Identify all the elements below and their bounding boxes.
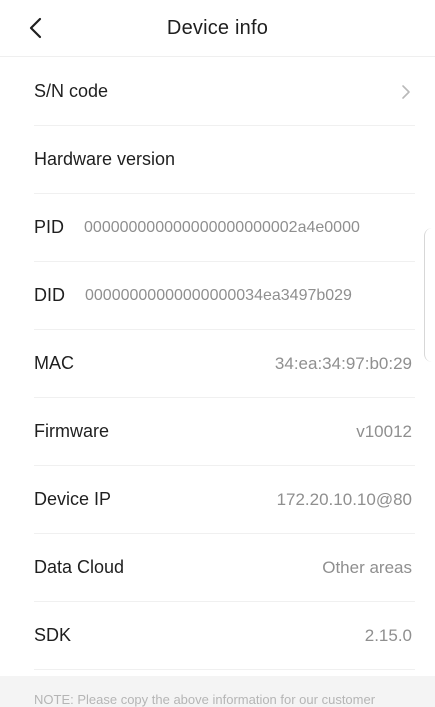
device-ip-row: Device IP 172.20.10.10@80	[34, 466, 415, 534]
scroll-indicator[interactable]	[424, 228, 435, 362]
mac-row: MAC 34:ea:34:97:b0:29	[34, 330, 415, 398]
firmware-label: Firmware	[34, 421, 109, 441]
device-ip-value: 172.20.10.10@80	[276, 489, 412, 509]
data-cloud-value: Other areas	[322, 557, 412, 577]
sn-code-row[interactable]: S/N code	[34, 58, 415, 126]
page-title: Device info	[166, 16, 269, 39]
did-value: 00000000000000000034ea3497b029	[85, 286, 352, 304]
note-text: NOTE: Please copy the above information …	[34, 692, 376, 707]
hardware-version-label: Hardware version	[34, 149, 176, 169]
firmware-row: Firmware v10012	[34, 398, 415, 466]
pid-value: 000000000000000000000002a4e0000	[84, 218, 360, 236]
data-cloud-row: Data Cloud Other areas	[34, 534, 415, 602]
back-button[interactable]	[22, 14, 50, 42]
pid-row: PID 000000000000000000000002a4e0000	[34, 194, 415, 262]
chevron-right-icon	[401, 84, 411, 100]
chevron-left-icon	[29, 17, 42, 39]
device-info-list: S/N code Hardware version PID 0000000000…	[0, 58, 435, 670]
sdk-label: SDK	[34, 625, 72, 645]
sdk-value: 2.15.0	[364, 625, 412, 645]
did-row: DID 00000000000000000034ea3497b029	[34, 262, 415, 330]
sdk-row: SDK 2.15.0	[34, 602, 415, 670]
mac-value: 34:ea:34:97:b0:29	[274, 353, 412, 373]
pid-label: PID	[34, 217, 65, 237]
device-info-screen: Device info S/N code Hardware version PI…	[0, 0, 435, 707]
hardware-version-row: Hardware version	[34, 126, 415, 194]
firmware-value: v10012	[356, 421, 412, 441]
mac-label: MAC	[34, 353, 74, 373]
sn-code-label: S/N code	[34, 81, 109, 101]
data-cloud-label: Data Cloud	[34, 557, 125, 577]
device-ip-label: Device IP	[34, 489, 112, 509]
top-bar: Device info	[0, 0, 435, 57]
did-label: DID	[34, 285, 65, 305]
